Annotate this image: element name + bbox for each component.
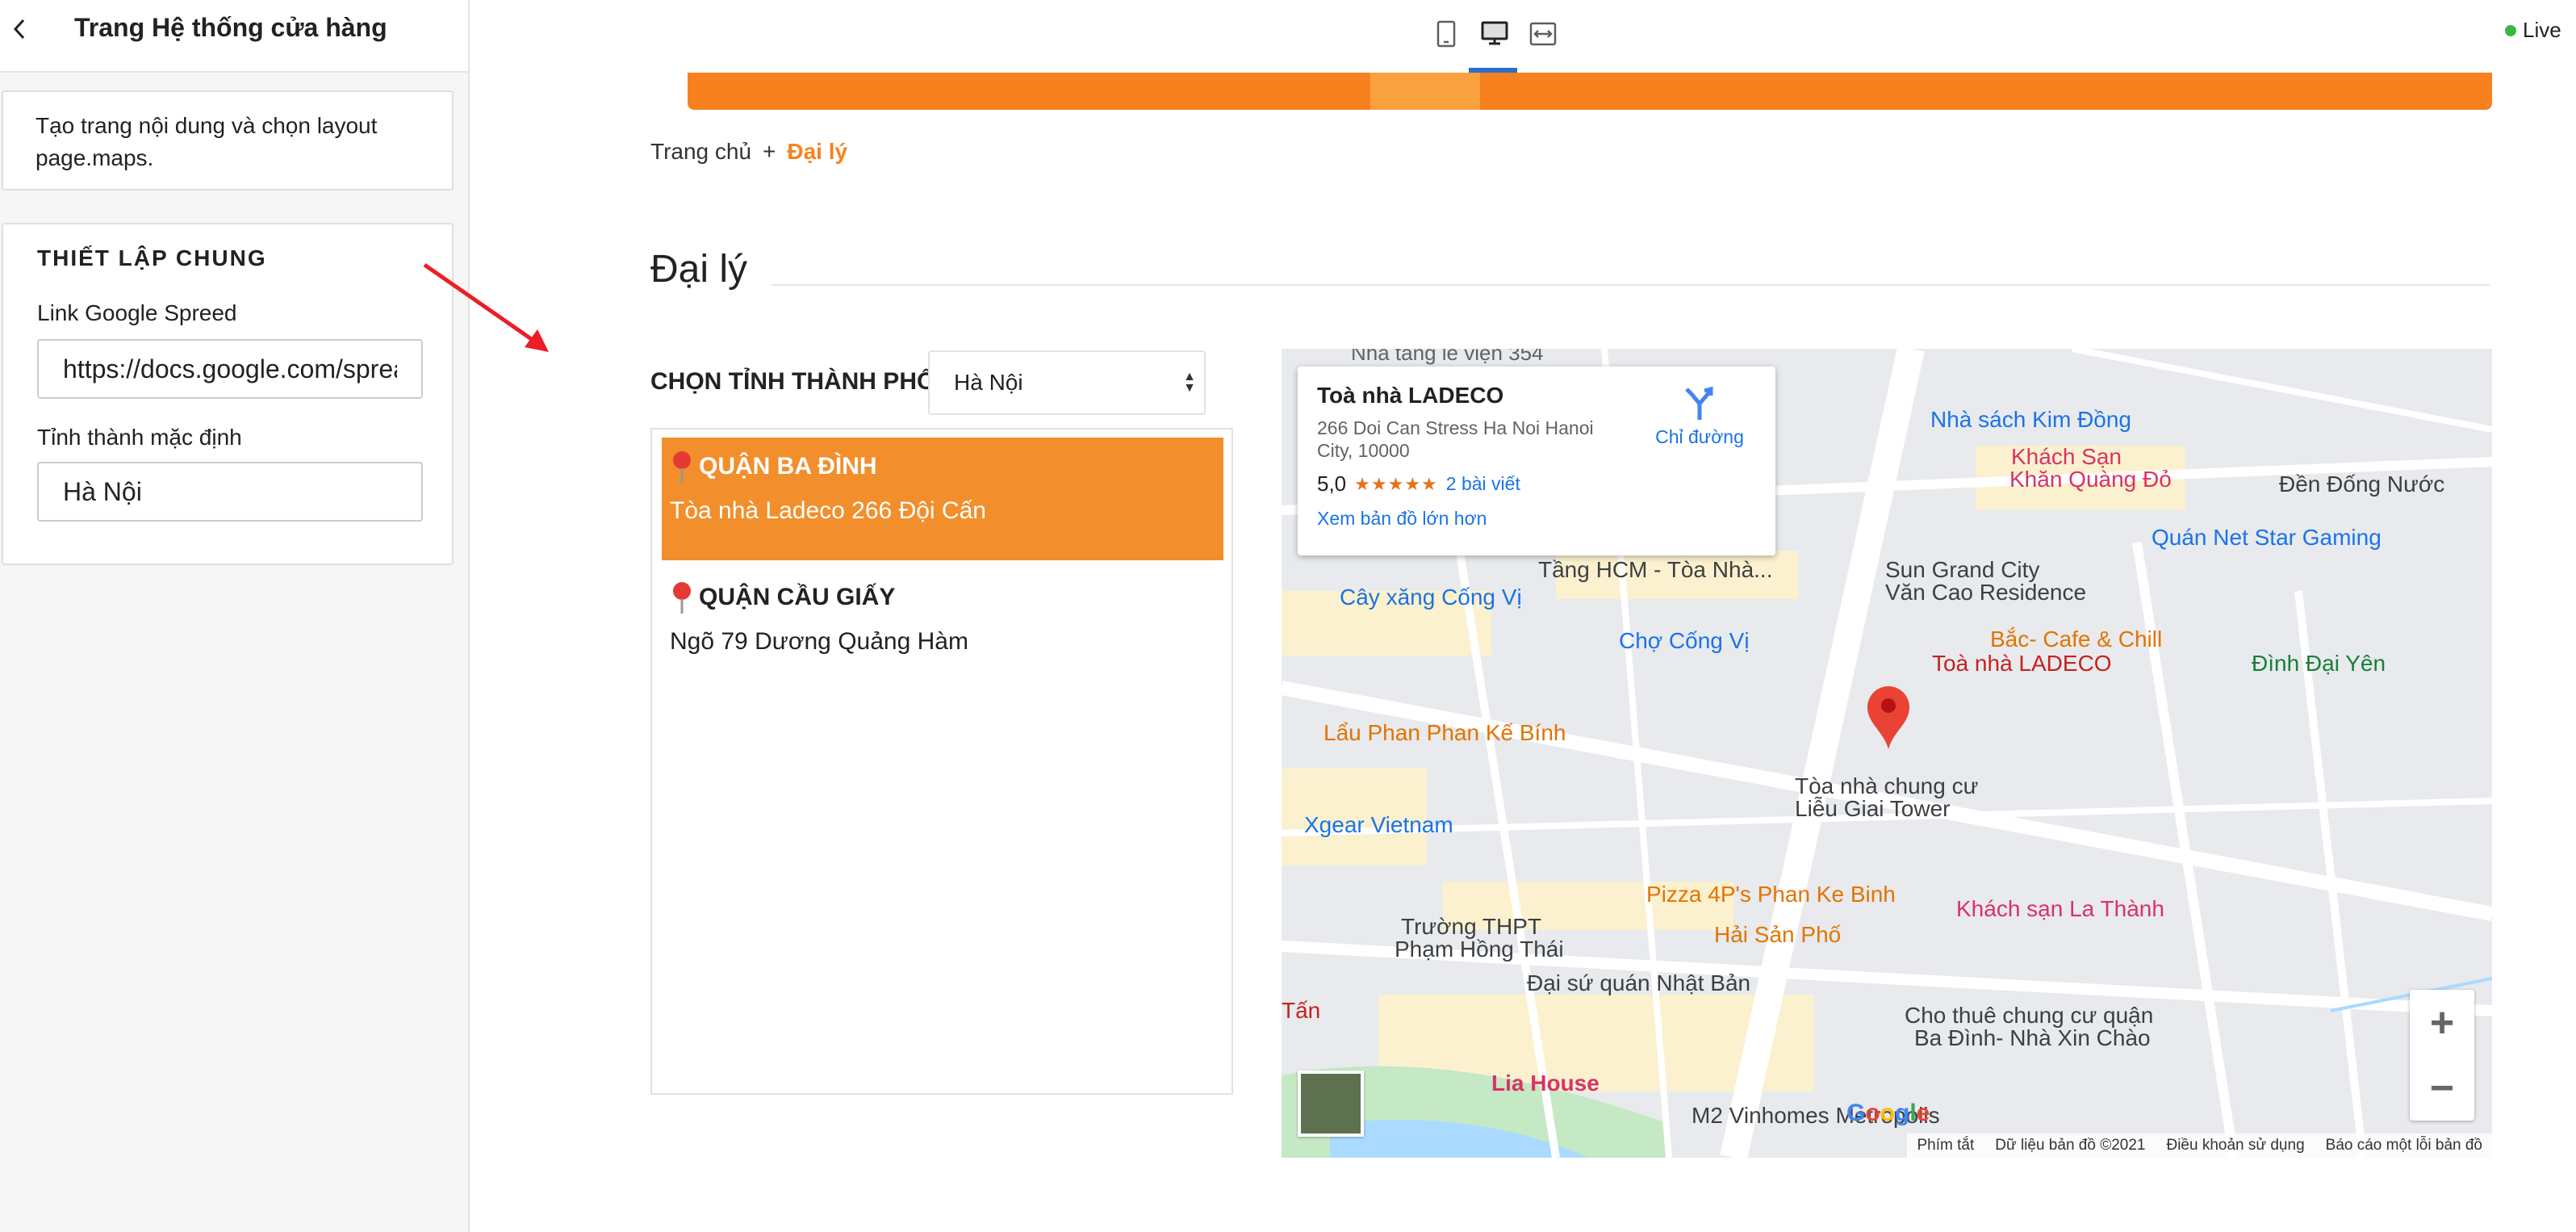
site-nav-bar <box>688 73 2492 110</box>
breadcrumb-separator: + <box>763 139 776 164</box>
google-logo: Google <box>1846 1100 1930 1126</box>
keyboard-shortcuts-link[interactable]: Phím tắt <box>1917 1137 1974 1154</box>
map-label-poi: Xgear Vietnam <box>1304 812 1453 837</box>
map-label-poi: Chợ Cống Vị <box>1619 628 1750 653</box>
map-label-poi: Hải Sản Phố <box>1714 922 1842 947</box>
general-settings-card: THIẾT LẬP CHUNG Link Google Spreed Tỉnh … <box>2 223 454 565</box>
map-info-card: Toà nhà LADECO 266 Doi Can Stress Ha Noi… <box>1298 367 1775 555</box>
map-label-poi: Đại sứ quán Nhật Bản <box>1527 970 1751 995</box>
store-list: QUẬN BA ĐÌNH Tòa nhà Ladeco 266 Đội Cấn … <box>650 428 1233 1095</box>
mobile-view-button[interactable] <box>1428 16 1464 52</box>
map-label-poi: Tấn <box>1282 998 1321 1023</box>
breadcrumb-current: Đại lý <box>787 139 848 164</box>
map-label-poi: Nhà sách Kim Đồng <box>1930 407 2132 432</box>
map-data-text: Dữ liệu bản đồ ©2021 <box>1995 1137 2146 1154</box>
preview-toolbar <box>470 0 2576 73</box>
terms-link[interactable]: Điều khoản sử dụng <box>2166 1137 2304 1154</box>
app-root: Trang Hệ thống cửa hàng Tạo trang nội du… <box>0 0 2576 1232</box>
desktop-view-button[interactable] <box>1477 16 1512 52</box>
sidebar-title: Trang Hệ thống cửa hàng <box>74 13 387 42</box>
back-button[interactable] <box>5 15 34 44</box>
report-error-link[interactable]: Báo cáo một lỗi bản đồ <box>2326 1137 2482 1154</box>
google-sheet-link-label: Link Google Spreed <box>37 300 237 325</box>
directions-icon <box>1685 386 1713 420</box>
mobile-icon <box>1436 20 1456 48</box>
zoom-out-button[interactable]: − <box>2410 1055 2474 1121</box>
description-card: Tạo trang nội dung và chọn layout page.m… <box>2 90 454 191</box>
chevron-left-icon <box>13 19 25 40</box>
map-label-poi: Lia House <box>1491 1071 1600 1096</box>
nav-active-segment <box>1370 73 1480 110</box>
satellite-toggle[interactable] <box>1298 1071 1364 1137</box>
store-item-ba-dinh[interactable]: QUẬN BA ĐÌNH Tòa nhà Ladeco 266 Đội Cấn <box>662 438 1223 560</box>
map-label-poi: Cây xăng Cống Vị <box>1340 585 1522 610</box>
directions-button[interactable]: Chỉ đường <box>1651 386 1748 448</box>
reviews-link[interactable]: 2 bài viết <box>1446 473 1520 495</box>
breadcrumb-home[interactable]: Trang chủ <box>650 139 751 165</box>
breadcrumb: Trang chủ + Đại lý <box>650 139 847 165</box>
live-dot-icon <box>2505 24 2516 36</box>
directions-label: Chỉ đường <box>1655 426 1744 447</box>
fullwidth-icon <box>1529 22 1557 46</box>
map-label-poi: Khăn Quàng Đỏ <box>2009 467 2172 492</box>
map-label-poi: Quán Net Star Gaming <box>2152 525 2382 550</box>
live-label: Live <box>2523 18 2561 42</box>
settings-sidebar: Trang Hệ thống cửa hàng Tạo trang nội du… <box>0 0 470 1232</box>
map-label-poi: Liễu Giai Tower <box>1795 796 1951 821</box>
store-address: Tòa nhà Ladeco 266 Đội Cấn <box>670 497 986 524</box>
map-label-poi: Khách sạn La Thành <box>1956 896 2164 921</box>
rating-stars-icon: ★★★★★ <box>1354 473 1438 494</box>
fullwidth-view-button[interactable] <box>1525 16 1561 52</box>
title-divider <box>772 284 2490 286</box>
larger-map-link[interactable]: Xem bản đồ lớn hơn <box>1317 508 1756 530</box>
rating-value: 5,0 <box>1317 471 1347 496</box>
google-map[interactable]: Nhà tang lễ viện 354 Toà nhà LADECO Nhà … <box>1282 349 2492 1158</box>
google-sheet-link-input[interactable] <box>37 339 423 399</box>
section-title: THIẾT LẬP CHUNG <box>37 245 267 270</box>
map-label-poi: Ba Đình- Nhà Xin Chào <box>1914 1025 2151 1050</box>
place-address: 266 Doi Can Stress Ha Noi Hanoi City, 10… <box>1317 417 1594 461</box>
default-province-input[interactable] <box>37 462 423 522</box>
map-label-poi: Phạm Hồng Thái <box>1395 937 1564 962</box>
description-text: Tạo trang nội dung và chọn layout page.m… <box>36 113 378 170</box>
store-name: QUẬN BA ĐÌNH <box>670 450 877 483</box>
desktop-icon <box>1481 21 1508 45</box>
map-zoom-controls: + − <box>2410 990 2474 1121</box>
zoom-in-button[interactable]: + <box>2410 990 2474 1055</box>
store-name: QUẬN CẦU GIẤY <box>670 581 895 614</box>
map-label-poi: Nhà tang lễ viện 354 <box>1351 349 1544 365</box>
map-label-poi: Đền Đống Nước <box>2279 471 2445 497</box>
map-label-poi: Văn Cao Residence <box>1885 580 2087 605</box>
live-status: Live <box>2505 18 2561 43</box>
default-province-label: Tỉnh thành mặc định <box>37 425 242 450</box>
map-label-poi: Tầng HCM - Tòa Nhà... <box>1538 557 1773 582</box>
map-label-poi: Pizza 4P's Phan Ke Binh <box>1646 882 1896 907</box>
province-selected: Hà Nội <box>954 370 1023 395</box>
place-rating: 5,0 ★★★★★ 2 bài viết <box>1317 471 1756 497</box>
map-pin-icon <box>673 451 691 483</box>
map-label-poi: Bắc- Cafe & Chill <box>1990 626 2163 652</box>
store-item-cau-giay[interactable]: QUẬN CẦU GIẤY Ngõ 79 Dương Quảng Hàm <box>662 568 1223 691</box>
select-arrows-icon: ▲ ▼ <box>1183 370 1196 395</box>
page-title: Đại lý <box>650 248 748 291</box>
annotation-arrow-icon <box>423 262 549 352</box>
province-select[interactable]: Hà Nội ▲ ▼ <box>928 350 1206 415</box>
map-marker-label: Toà nhà LADECO <box>1932 651 2112 676</box>
map-label-poi: Đình Đại Yên <box>2252 651 2386 676</box>
map-attribution: Phím tắt Dữ liệu bản đồ ©2021 Điều khoản… <box>1907 1134 2492 1158</box>
store-address: Ngõ 79 Dương Quảng Hàm <box>670 628 968 655</box>
map-pin-icon <box>673 582 691 614</box>
map-label-poi: Lẩu Phan Phan Kế Bính <box>1324 720 1566 745</box>
sidebar-header: Trang Hệ thống cửa hàng <box>0 0 468 73</box>
province-label: CHỌN TỈNH THÀNH PHỐ <box>650 368 936 395</box>
